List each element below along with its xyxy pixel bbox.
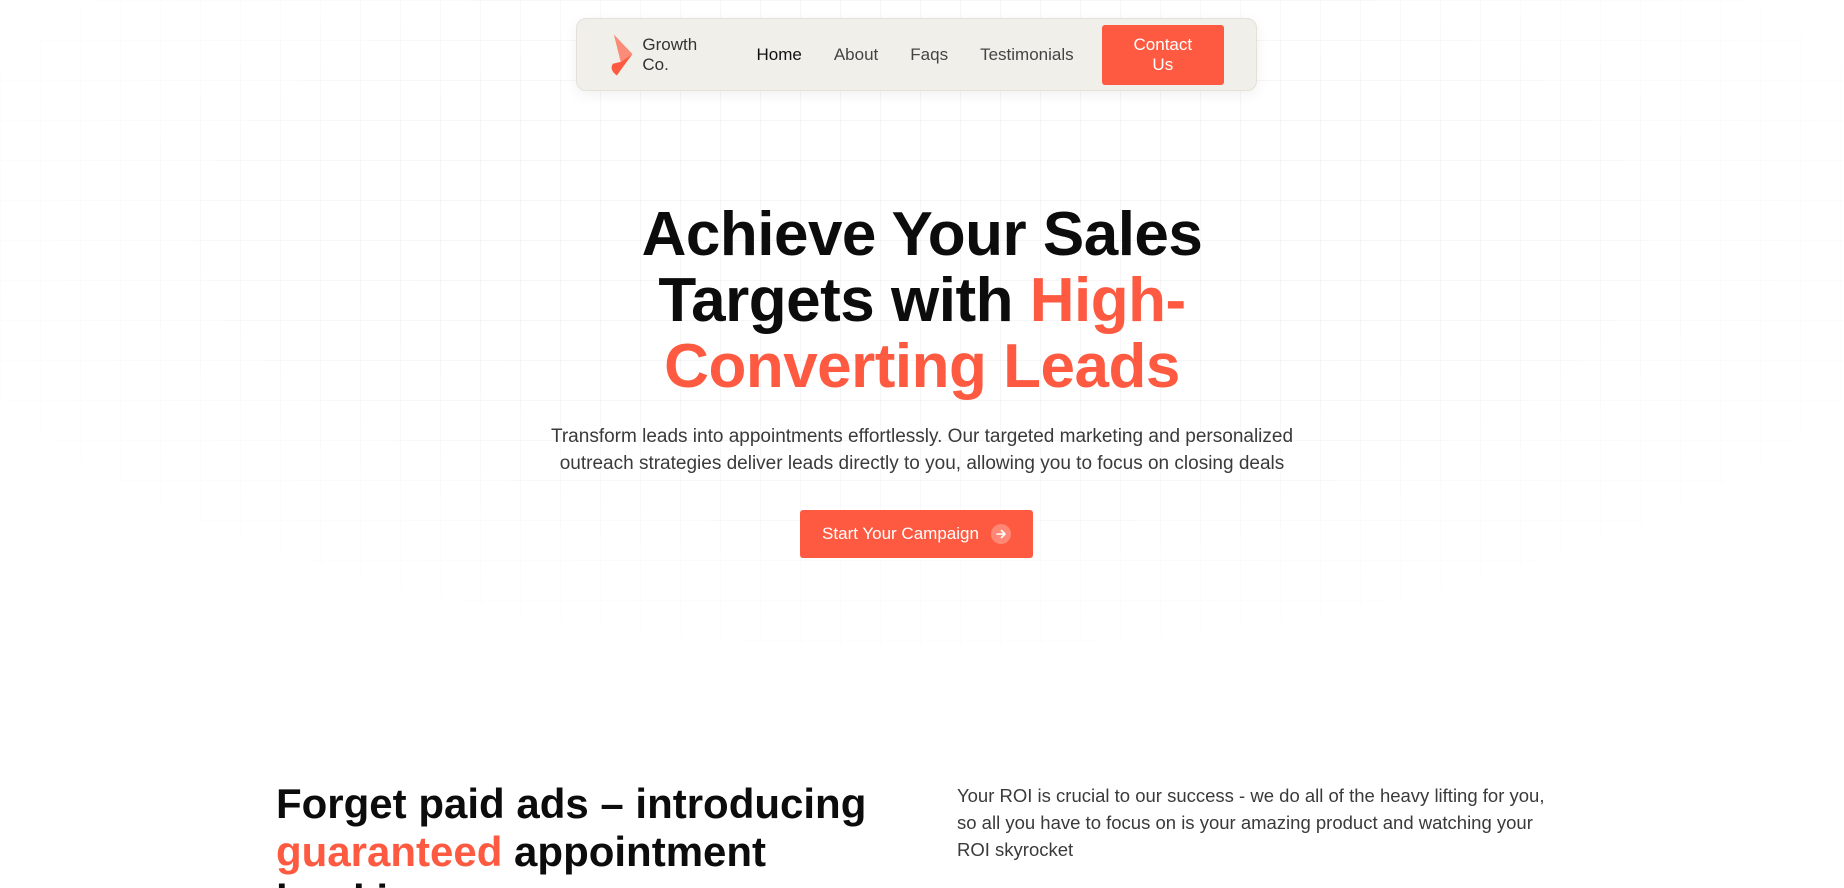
contact-us-button[interactable]: Contact Us [1101, 24, 1224, 85]
start-campaign-button[interactable]: Start Your Campaign [800, 510, 1033, 558]
section-title: Forget paid ads – introducing guaranteed… [276, 780, 896, 888]
brand-logo[interactable]: Growth Co. [607, 32, 726, 78]
brand-name: Growth Co. [642, 34, 698, 74]
start-campaign-label: Start Your Campaign [822, 524, 979, 543]
nav-link-about[interactable]: About [834, 45, 878, 65]
section-body: Your ROI is crucial to our success - we … [957, 785, 1545, 860]
hero-subtitle: Transform leads into appointments effort… [550, 426, 1294, 474]
top-navbar: Growth Co. Home About Faqs Testimonials … [576, 18, 1257, 91]
hero-title: Achieve Your Sales Targets with High-Con… [622, 202, 1222, 400]
section-title-accent: guaranteed [276, 828, 503, 875]
growth-logo-icon [611, 33, 633, 76]
nav-link-faqs[interactable]: Faqs [910, 45, 948, 65]
nav-link-home[interactable]: Home [756, 45, 801, 65]
arrow-right-circle-icon [990, 524, 1011, 544]
nav-links: Home About Faqs Testimonials [756, 45, 1073, 65]
section-title-main: Forget paid ads – introducing [276, 780, 867, 827]
nav-link-testimonials[interactable]: Testimonials [980, 45, 1074, 65]
